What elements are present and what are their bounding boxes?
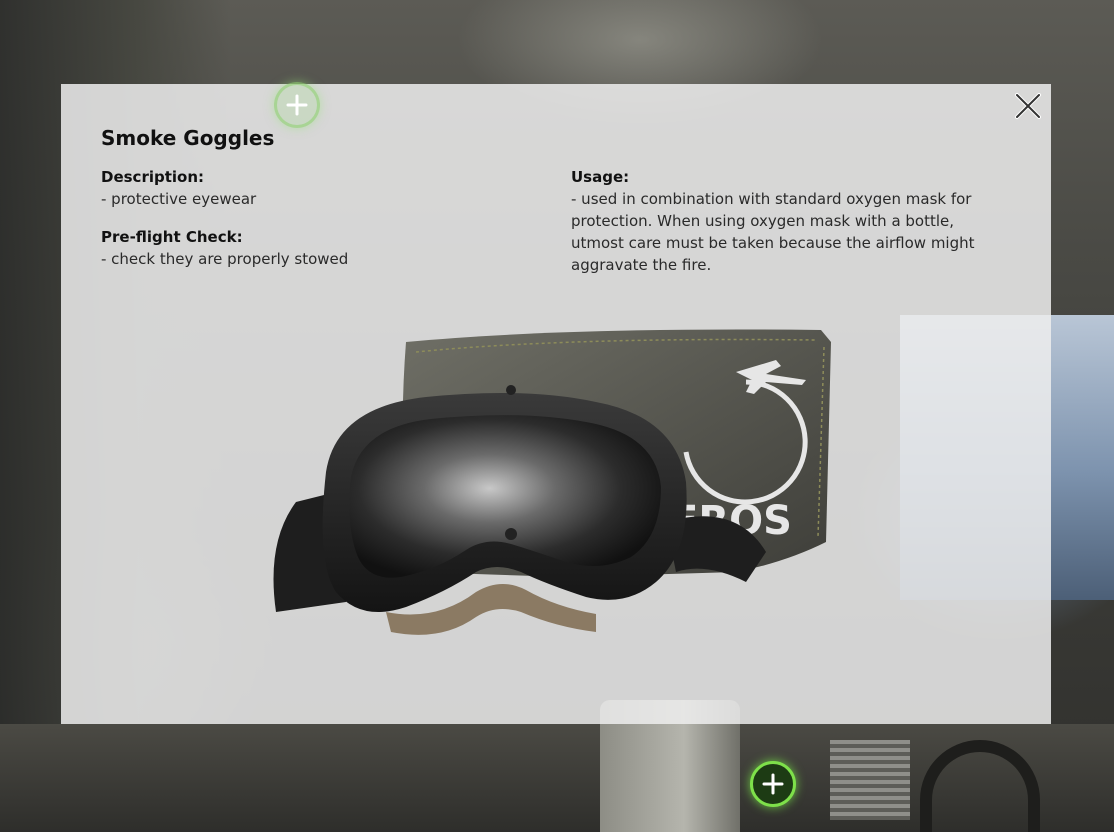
close-button[interactable] [1014, 92, 1042, 120]
hotspot-marker-active[interactable] [750, 761, 796, 807]
description-text: - protective eyewear [101, 190, 257, 208]
goggles-illustration: EROS [273, 329, 831, 635]
details-right-column: Usage: - used in combination with standa… [571, 166, 1011, 276]
usage-text: - used in combination with standard oxyg… [571, 190, 975, 274]
hotspot-marker-faded[interactable] [274, 82, 320, 128]
plus-icon [762, 773, 784, 795]
description-label: Description: [101, 168, 205, 186]
details-left-column: Description: - protective eyewear Pre-fl… [101, 166, 531, 270]
preflight-section: Pre-flight Check: - check they are prope… [101, 226, 531, 270]
modal-title: Smoke Goggles [101, 126, 275, 150]
plus-icon [286, 94, 308, 116]
preflight-label: Pre-flight Check: [101, 228, 243, 246]
close-icon [1015, 93, 1041, 119]
smoke-goggles-image: EROS [266, 322, 846, 652]
usage-label: Usage: [571, 168, 630, 186]
description-section: Description: - protective eyewear [101, 166, 531, 210]
air-vent [830, 740, 910, 820]
preflight-text: - check they are properly stowed [101, 250, 349, 268]
info-modal: Smoke Goggles Description: - protective … [61, 84, 1051, 724]
usage-section: Usage: - used in combination with standa… [571, 166, 1011, 276]
